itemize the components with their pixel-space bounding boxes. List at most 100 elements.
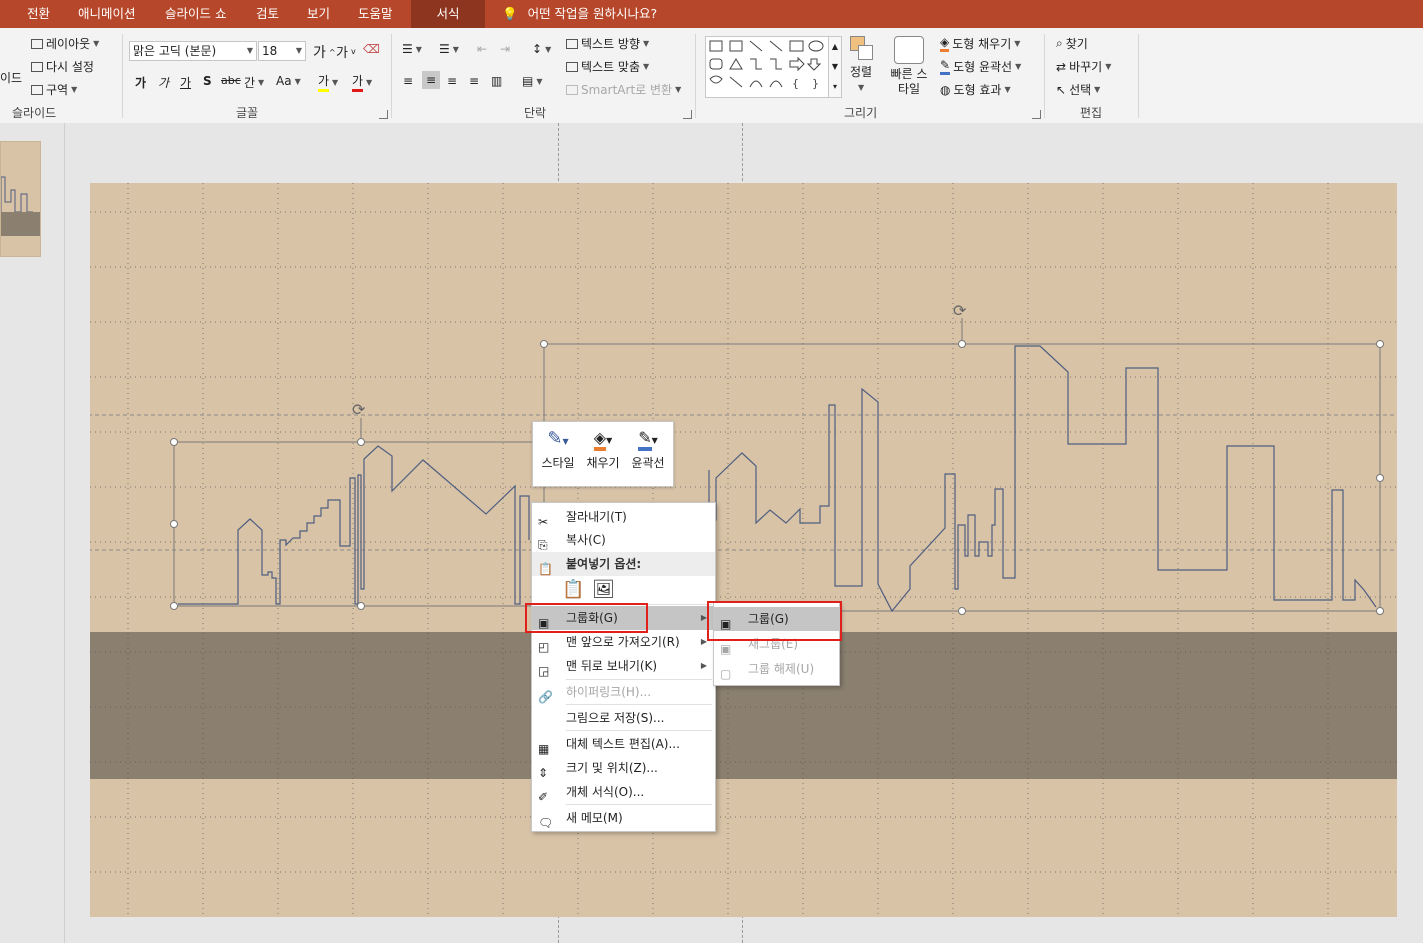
group-label-font: 글꼴: [236, 106, 259, 120]
new-slide-button-partial[interactable]: 이드: [0, 69, 22, 86]
paste-keep-source-icon[interactable]: 📋: [562, 579, 584, 600]
shrink-font-button[interactable]: 가v: [336, 42, 356, 61]
shape-effects-button[interactable]: ◍ 도형 효과 ▼: [940, 81, 1011, 98]
arrange-button[interactable]: 정렬 ▼: [850, 36, 874, 92]
bullets-button[interactable]: ☰ ▼: [402, 42, 422, 56]
justify-button[interactable]: ≡: [469, 74, 479, 88]
change-case-button[interactable]: Aa ▼: [276, 74, 301, 88]
tab-help[interactable]: 도움말: [358, 0, 393, 28]
search-icon: ⌕: [1056, 36, 1063, 50]
mini-fill-button[interactable]: ◈▼ 채우기: [581, 428, 625, 482]
resize-handle[interactable]: [1376, 340, 1384, 348]
replace-icon: ⇄: [1056, 59, 1067, 74]
menu-item-edit-alt-text[interactable]: ▦ 대체 텍스트 편집(A)...: [532, 732, 715, 756]
divider: [1044, 34, 1045, 118]
menu-item-send-to-back[interactable]: ◲ 맨 뒤로 보내기(K) ▶: [532, 654, 715, 678]
grow-font-button[interactable]: 가 ^: [313, 42, 336, 62]
strikethrough-button[interactable]: abc: [221, 74, 241, 87]
mini-style-button[interactable]: ✎▼ 스타일: [536, 428, 580, 482]
resize-handle[interactable]: [958, 607, 966, 615]
highlight-color-button[interactable]: 가 ▼: [318, 72, 338, 92]
layout-button[interactable]: 레이아웃 ▼: [31, 35, 99, 52]
distributed-button[interactable]: ▥: [491, 74, 502, 88]
resize-handle[interactable]: [170, 602, 178, 610]
italic-button[interactable]: 가: [158, 74, 169, 91]
tab-slideshow[interactable]: 슬라이드 쇼: [165, 0, 226, 28]
resize-handle[interactable]: [958, 340, 966, 348]
text-direction-button[interactable]: 텍스트 방향 ▼: [566, 35, 649, 52]
tab-view[interactable]: 보기: [307, 0, 330, 28]
font-size-combo[interactable]: 18 ▼: [258, 41, 306, 61]
pen-icon: ✎: [940, 58, 951, 75]
mini-toolbar: ✎▼ 스타일 ◈▼ 채우기 ✎▼ 윤곽선: [532, 421, 674, 487]
effects-icon: ◍: [940, 82, 951, 97]
reset-button[interactable]: 다시 설정: [31, 58, 94, 75]
resize-handle[interactable]: [540, 340, 548, 348]
tab-transitions[interactable]: 전환: [27, 0, 50, 28]
shapes-gallery[interactable]: {}: [705, 36, 829, 98]
decrease-indent-button[interactable]: ⇤: [477, 42, 487, 56]
char-spacing-button[interactable]: 간 ▼: [244, 74, 264, 91]
align-left-button[interactable]: ≡: [403, 74, 413, 88]
menu-item-cut[interactable]: ✂ 잘라내기(T): [532, 505, 715, 529]
quick-styles-button[interactable]: 빠른 스타일: [889, 36, 929, 97]
menu-item-bring-to-front[interactable]: ◰ 맨 앞으로 가져오기(R) ▶: [532, 630, 715, 654]
align-text-button[interactable]: 텍스트 맞춤 ▼: [566, 58, 649, 75]
font-color-button[interactable]: 가 ▼: [352, 72, 372, 92]
shape-fill-button[interactable]: ◈ 도형 채우기 ▼: [940, 35, 1020, 52]
resize-handle[interactable]: [1376, 474, 1384, 482]
tab-animations[interactable]: 애니메이션: [78, 0, 136, 28]
group-label-drawing: 그리기: [844, 106, 878, 120]
section-icon: [31, 84, 43, 95]
find-button[interactable]: ⌕ 찾기: [1056, 35, 1088, 52]
comment-icon: 🗨: [538, 816, 554, 830]
resize-handle[interactable]: [357, 602, 365, 610]
tell-me-box[interactable]: 💡 어떤 작업을 원하시나요?: [502, 0, 657, 28]
clear-format-icon[interactable]: ⌫: [363, 42, 380, 56]
font-name-combo[interactable]: 맑은 고딕 (본문) ▼: [129, 41, 257, 61]
rotate-handle-icon[interactable]: ⟳: [352, 400, 365, 419]
resize-handle[interactable]: [170, 438, 178, 446]
menu-item-format-object[interactable]: ✐ 개체 서식(O)...: [532, 780, 715, 804]
align-right-button[interactable]: ≡: [447, 74, 457, 88]
menu-item-new-comment[interactable]: 🗨 새 메모(M): [532, 806, 715, 830]
paragraph-dialog-launcher-icon[interactable]: [683, 110, 692, 119]
resize-handle[interactable]: [357, 438, 365, 446]
slide-thumbnail[interactable]: [0, 141, 41, 257]
slide-canvas[interactable]: [90, 183, 1397, 917]
mini-outline-button[interactable]: ✎▼ 윤곽선: [626, 428, 670, 482]
menu-item-hyperlink[interactable]: 🔗 하이퍼링크(H)...: [532, 680, 715, 704]
numbering-button[interactable]: ☰ ▼: [439, 42, 459, 56]
resize-handle[interactable]: [170, 520, 178, 528]
scissors-icon: ✂: [538, 515, 549, 529]
replace-button[interactable]: ⇄ 바꾸기 ▼: [1056, 58, 1111, 75]
tab-format[interactable]: 서식: [411, 0, 485, 28]
menu-item-save-as-picture[interactable]: 그림으로 저장(S)...: [532, 706, 715, 730]
columns-button[interactable]: ▤ ▼: [522, 74, 543, 88]
quick-styles-icon: [894, 36, 924, 64]
line-spacing-button[interactable]: ↕ ▼: [532, 42, 551, 56]
submenu-item-ungroup[interactable]: ▢ 그룹 해제(U): [714, 657, 839, 681]
line-spacing-icon: ↕: [532, 42, 543, 56]
resize-handle[interactable]: [1376, 607, 1384, 615]
shape-outline-button[interactable]: ✎ 도형 윤곽선 ▼: [940, 58, 1021, 75]
section-button[interactable]: 구역 ▼: [31, 81, 77, 98]
smartart-convert-button[interactable]: SmartArt로 변환 ▼: [566, 81, 681, 98]
paste-as-picture-icon[interactable]: 🖼: [592, 579, 615, 600]
shapes-gallery-scroll[interactable]: ▲ ▼ ▾: [828, 36, 842, 98]
shadow-button[interactable]: S: [203, 74, 212, 88]
underline-button[interactable]: 가: [180, 74, 191, 91]
menu-item-size-position[interactable]: ⇕ 크기 및 위치(Z)...: [532, 756, 715, 780]
rotate-handle-icon[interactable]: ⟳: [953, 301, 966, 320]
font-dialog-launcher-icon[interactable]: [379, 110, 388, 119]
group-label-slides: 슬라이드: [12, 106, 57, 120]
paste-options-header: 📋 붙여넣기 옵션:: [532, 552, 715, 576]
menu-item-copy[interactable]: ⎘ 복사(C): [532, 528, 715, 552]
align-center-button[interactable]: ≡: [422, 71, 441, 89]
tab-review[interactable]: 검토: [256, 0, 279, 28]
increase-indent-button[interactable]: ⇥: [500, 42, 510, 56]
bold-button[interactable]: 가: [135, 74, 146, 91]
drawing-dialog-launcher-icon[interactable]: [1032, 110, 1041, 119]
select-button[interactable]: ↖ 선택 ▼: [1056, 81, 1100, 98]
grid-overlay: [90, 183, 1397, 917]
